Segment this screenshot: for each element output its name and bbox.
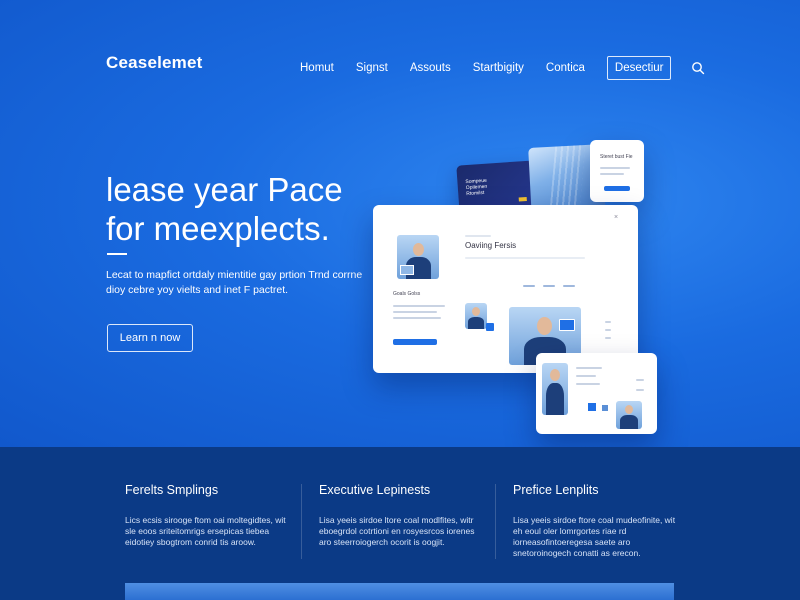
headline-divider	[107, 253, 127, 255]
feature-card: Prefice Lenplits Lisa yeeis sirdoe ftore…	[513, 483, 678, 559]
mockup-close-icon: ×	[614, 214, 619, 221]
mockup-main-card: × Oaviing Fersis Goals Golss	[373, 205, 638, 373]
mockup-bottom-card	[536, 353, 657, 434]
mockup-dark-card-accent	[518, 196, 527, 202]
learn-more-button[interactable]: Learn n now	[107, 324, 193, 352]
feature-title: Prefice Lenplits	[513, 483, 599, 497]
mockup-bottom-photo	[542, 363, 568, 415]
feature-title: Executive Lepinests	[319, 483, 431, 497]
mockup-main-button	[393, 339, 437, 345]
nav-cta-button[interactable]: Desectiur	[606, 56, 672, 80]
feature-text: Lisa yeeis sirdoe ftore coal mudeofinite…	[513, 515, 676, 558]
mockup-main-title: Oaviing Fersis	[465, 241, 517, 250]
brand-logo[interactable]: Ceaselemet	[106, 53, 203, 73]
nav-item-assouts[interactable]: Assouts	[410, 62, 451, 74]
feature-text: Lisa yeeis sirdoe ltore coal modlfites, …	[319, 515, 475, 547]
main-nav: Homut Signst Assouts Startbigity Contica…	[300, 56, 705, 80]
mockup-top-card-title: Steret bust Fie	[600, 154, 633, 160]
feature-text: Lics ecsis sirooge ftom oai moltegidtes,…	[125, 515, 286, 547]
nav-item-startbigity[interactable]: Startbigity	[473, 62, 524, 74]
feature-title: Ferelts Smplings	[125, 483, 219, 497]
nav-item-signst[interactable]: Signst	[356, 62, 388, 74]
hero-headline-line1: lease year Pace	[106, 171, 343, 208]
feature-divider	[495, 484, 496, 559]
mockup-small-photo	[465, 303, 487, 329]
feature-card: Executive Lepinests Lisa yeeis sirdoe lt…	[319, 483, 484, 548]
features-section: Ferelts Smplings Lics ecsis sirooge ftom…	[0, 447, 800, 600]
feature-divider	[301, 484, 302, 559]
nav-item-contact[interactable]: Contica	[546, 62, 585, 74]
feature-card: Ferelts Smplings Lics ecsis sirooge ftom…	[125, 483, 290, 548]
mockup-bottom-photo-small	[616, 401, 642, 429]
mockup-dark-card-text: Sompeue Opilemen Rtomilst	[465, 177, 488, 198]
hero-headline: lease year Pace for meexplects.	[106, 170, 343, 248]
mockup-top-card: Steret bust Fie	[590, 140, 644, 202]
hero-subtext: Lecat to mapfict ortdaly mientitie gay p…	[106, 269, 363, 296]
mockup-top-card-button	[604, 186, 630, 191]
bottom-banner	[125, 583, 674, 600]
nav-item-home[interactable]: Homut	[300, 62, 334, 74]
mockup-main-label: Goals Golss	[393, 291, 421, 297]
hero-section: Ceaselemet Homut Signst Assouts Startbig…	[0, 0, 800, 447]
mockup-portrait-photo	[397, 235, 439, 279]
hero-headline-line2: for meexplects.	[106, 210, 330, 247]
search-icon[interactable]	[691, 61, 705, 75]
